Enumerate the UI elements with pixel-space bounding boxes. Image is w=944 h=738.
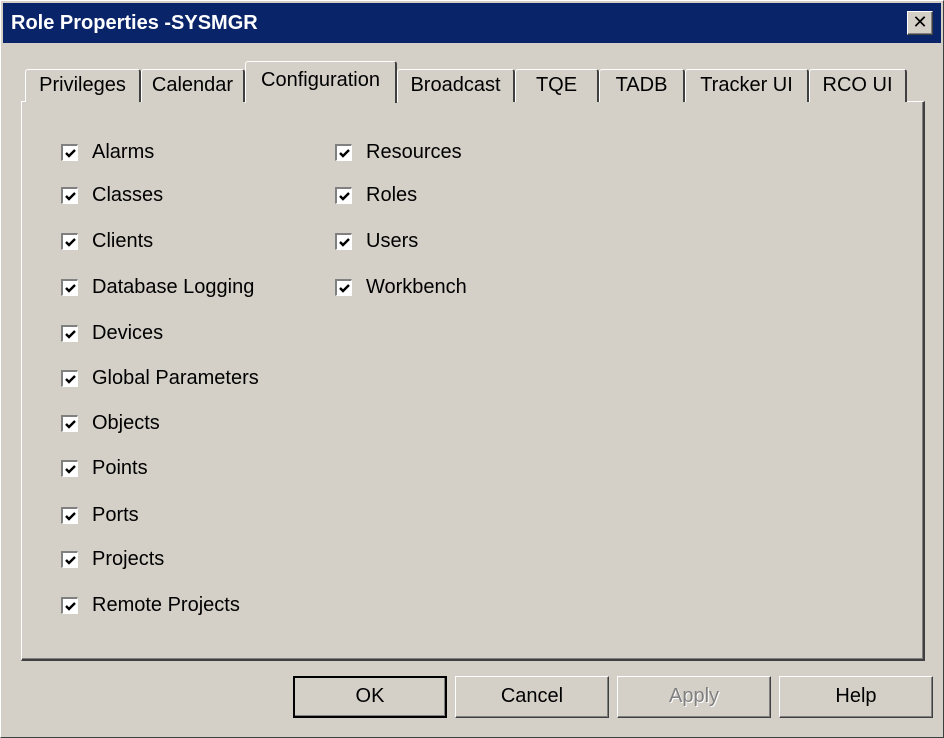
checkbox-label: Clients bbox=[92, 229, 154, 252]
checkbox-box[interactable] bbox=[61, 459, 78, 477]
cancel-button[interactable]: Cancel bbox=[455, 676, 609, 718]
checkmark-icon bbox=[65, 191, 76, 201]
role-properties-dialog: Role Properties -SYSMGR ✕ Privileges Cal… bbox=[0, 0, 944, 738]
checkbox-global-parameters[interactable]: Global Parameters bbox=[61, 364, 259, 392]
checkbox-box[interactable] bbox=[61, 186, 78, 204]
tab-label: Tracker UI bbox=[700, 74, 793, 96]
checkmark-icon bbox=[65, 419, 76, 429]
checkbox-label: Database Logging bbox=[92, 275, 255, 298]
checkbox-projects[interactable]: Projects bbox=[61, 545, 164, 573]
tab-broadcast[interactable]: Broadcast bbox=[397, 69, 515, 102]
tab-tqe[interactable]: TQE bbox=[515, 69, 599, 102]
tab-rco-ui[interactable]: RCO UI bbox=[809, 69, 907, 102]
checkbox-label: Devices bbox=[92, 321, 164, 344]
checkbox-box[interactable] bbox=[61, 369, 78, 387]
checkbox-label: Remote Projects bbox=[92, 593, 240, 616]
checkmark-icon bbox=[65, 555, 76, 565]
checkbox-label: Classes bbox=[92, 183, 164, 206]
tab-tracker-ui[interactable]: Tracker UI bbox=[685, 69, 809, 102]
checkbox-objects[interactable]: Objects bbox=[61, 409, 160, 437]
checkmark-icon bbox=[65, 601, 76, 611]
checkmark-icon bbox=[339, 283, 350, 293]
checkbox-label: Workbench bbox=[366, 275, 467, 298]
checkbox-box[interactable] bbox=[61, 232, 78, 250]
tab-tadb[interactable]: TADB bbox=[599, 69, 685, 102]
checkbox-label: Roles bbox=[366, 183, 418, 206]
checkbox-resources[interactable]: Resources bbox=[335, 138, 462, 166]
checkmark-icon bbox=[339, 237, 350, 247]
checkbox-box[interactable] bbox=[61, 550, 78, 568]
checkbox-box[interactable] bbox=[335, 143, 352, 161]
checkmark-icon bbox=[65, 511, 76, 521]
checkmark-icon bbox=[65, 148, 76, 158]
checkbox-roles[interactable]: Roles bbox=[335, 181, 417, 209]
checkbox-devices[interactable]: Devices bbox=[61, 319, 163, 347]
checkbox-box[interactable] bbox=[61, 596, 78, 614]
tab-label: Configuration bbox=[261, 69, 380, 91]
close-button[interactable]: ✕ bbox=[907, 11, 933, 35]
tab-label: RCO UI bbox=[822, 74, 893, 96]
checkbox-box[interactable] bbox=[61, 506, 78, 524]
checkbox-box[interactable] bbox=[61, 278, 78, 296]
checkbox-remote-projects[interactable]: Remote Projects bbox=[61, 591, 240, 619]
tab-label: Privileges bbox=[39, 74, 126, 96]
checkbox-ports[interactable]: Ports bbox=[61, 501, 139, 529]
apply-button[interactable]: Apply bbox=[617, 676, 771, 718]
checkmark-icon bbox=[65, 464, 76, 474]
checkmark-icon bbox=[339, 148, 350, 158]
checkbox-users[interactable]: Users bbox=[335, 227, 418, 255]
checkmark-icon bbox=[65, 329, 76, 339]
tab-label: Broadcast bbox=[410, 74, 501, 96]
tab-calendar[interactable]: Calendar bbox=[141, 69, 245, 102]
tab-label: TADB bbox=[615, 74, 668, 96]
checkbox-alarms[interactable]: Alarms bbox=[61, 138, 154, 166]
checkbox-label: Alarms bbox=[92, 140, 155, 163]
checkbox-label: Global Parameters bbox=[92, 366, 259, 389]
checkbox-clients[interactable]: Clients bbox=[61, 227, 153, 255]
checkbox-label: Users bbox=[366, 229, 419, 252]
checkbox-box[interactable] bbox=[61, 143, 78, 161]
ok-label: OK bbox=[355, 685, 385, 707]
close-icon: ✕ bbox=[912, 12, 928, 32]
ok-button[interactable]: OK bbox=[293, 676, 447, 718]
tab-label: TQE bbox=[535, 74, 578, 96]
checkbox-box[interactable] bbox=[61, 414, 78, 432]
checkbox-label: Objects bbox=[92, 411, 160, 434]
checkbox-box[interactable] bbox=[335, 232, 352, 250]
window-title: Role Properties -SYSMGR bbox=[11, 12, 258, 34]
checkbox-database-logging[interactable]: Database Logging bbox=[61, 273, 254, 301]
checkbox-box[interactable] bbox=[61, 324, 78, 342]
checkbox-classes[interactable]: Classes bbox=[61, 181, 163, 209]
tab-configuration[interactable]: Configuration bbox=[245, 61, 397, 103]
help-label: Help bbox=[835, 685, 877, 707]
checkbox-box[interactable] bbox=[335, 278, 352, 296]
help-button[interactable]: Help bbox=[779, 676, 933, 718]
checkbox-label: Resources bbox=[366, 140, 462, 163]
checkbox-label: Projects bbox=[92, 547, 165, 570]
checkbox-label: Ports bbox=[92, 503, 139, 526]
checkmark-icon bbox=[65, 283, 76, 293]
cancel-label: Cancel bbox=[500, 685, 564, 707]
checkbox-workbench[interactable]: Workbench bbox=[335, 273, 467, 301]
checkmark-icon bbox=[339, 191, 350, 201]
tab-privileges[interactable]: Privileges bbox=[25, 69, 141, 102]
checkmark-icon bbox=[65, 237, 76, 247]
checkbox-box[interactable] bbox=[335, 186, 352, 204]
tab-label: Calendar bbox=[151, 74, 234, 96]
checkmark-icon bbox=[65, 374, 76, 384]
checkbox-points[interactable]: Points bbox=[61, 454, 148, 482]
apply-label: Apply bbox=[668, 685, 720, 707]
title-bar[interactable]: Role Properties -SYSMGR ✕ bbox=[3, 3, 941, 43]
checkbox-label: Points bbox=[92, 456, 148, 479]
